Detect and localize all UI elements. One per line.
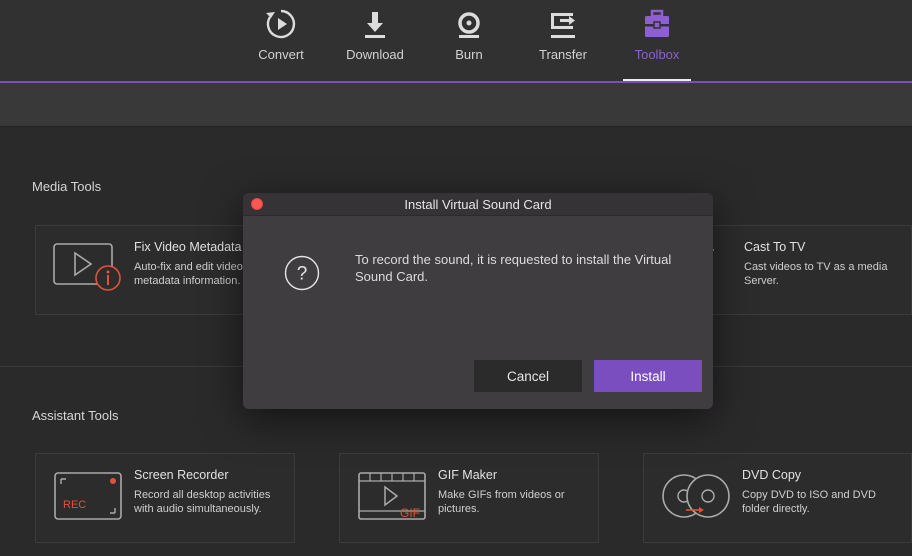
gif-maker-icon: GIF (358, 472, 426, 520)
install-sound-card-dialog: Install Virtual Sound Card ? To record t… (243, 193, 713, 409)
nav-toolbox[interactable]: Toolbox (610, 0, 704, 81)
card-title: DVD Copy (742, 468, 802, 482)
card-description: Cast videos to TV as a media Server. (744, 261, 888, 287)
card-description: Record all desktop activities with audio… (134, 489, 271, 515)
nav-label: Download (346, 47, 404, 62)
rec-badge: REC (63, 499, 86, 511)
nav-transfer[interactable]: Transfer (516, 0, 610, 81)
fix-metadata-icon (53, 243, 121, 291)
toolbox-icon (645, 9, 669, 37)
download-icon (365, 12, 385, 38)
card-title: Fix Video Metadata (134, 240, 242, 254)
nav-download[interactable]: Download (328, 0, 422, 81)
card-title: GIF Maker (438, 468, 498, 482)
nav-convert[interactable]: Convert (234, 0, 328, 81)
question-icon: ? (284, 255, 320, 291)
toolbar-strip (0, 83, 912, 127)
assistant-tools-title: Assistant Tools (32, 408, 119, 423)
question-glyph: ? (297, 264, 308, 285)
top-navigation: Convert Download Burn Transfer Toolbox (0, 0, 912, 82)
nav-label: Toolbox (634, 47, 680, 62)
gif-maker-card[interactable]: GIF GIF Maker Make GIFs from videos or p… (339, 453, 599, 543)
gif-badge: GIF (400, 506, 420, 520)
dvd-copy-icon (662, 474, 730, 518)
install-button[interactable]: Install (594, 360, 702, 392)
media-tools-title: Media Tools (32, 179, 102, 194)
screen-recorder-icon: REC (54, 472, 122, 520)
burn-icon (458, 12, 480, 38)
dialog-message: To record the sound, it is requested to … (355, 252, 672, 284)
nav-burn[interactable]: Burn (422, 0, 516, 81)
convert-icon (266, 9, 296, 39)
cancel-button[interactable]: Cancel (474, 360, 582, 392)
card-title: Cast To TV (744, 240, 806, 254)
card-title: Screen Recorder (134, 468, 229, 482)
dialog-titlebar: Install Virtual Sound Card (243, 193, 713, 216)
dvd-copy-card[interactable]: DVD Copy Copy DVD to ISO and DVD folder … (643, 453, 912, 543)
nav-label: Convert (258, 47, 304, 62)
nav-label: Burn (455, 47, 483, 62)
card-description: Make GIFs from videos or pictures. (438, 489, 565, 515)
card-description: Copy DVD to ISO and DVD folder directly. (742, 489, 876, 515)
transfer-icon (551, 13, 575, 38)
nav-label: Transfer (539, 47, 587, 62)
dialog-title: Install Virtual Sound Card (404, 197, 552, 212)
screen-recorder-card[interactable]: REC Screen Recorder Record all desktop a… (35, 453, 295, 543)
